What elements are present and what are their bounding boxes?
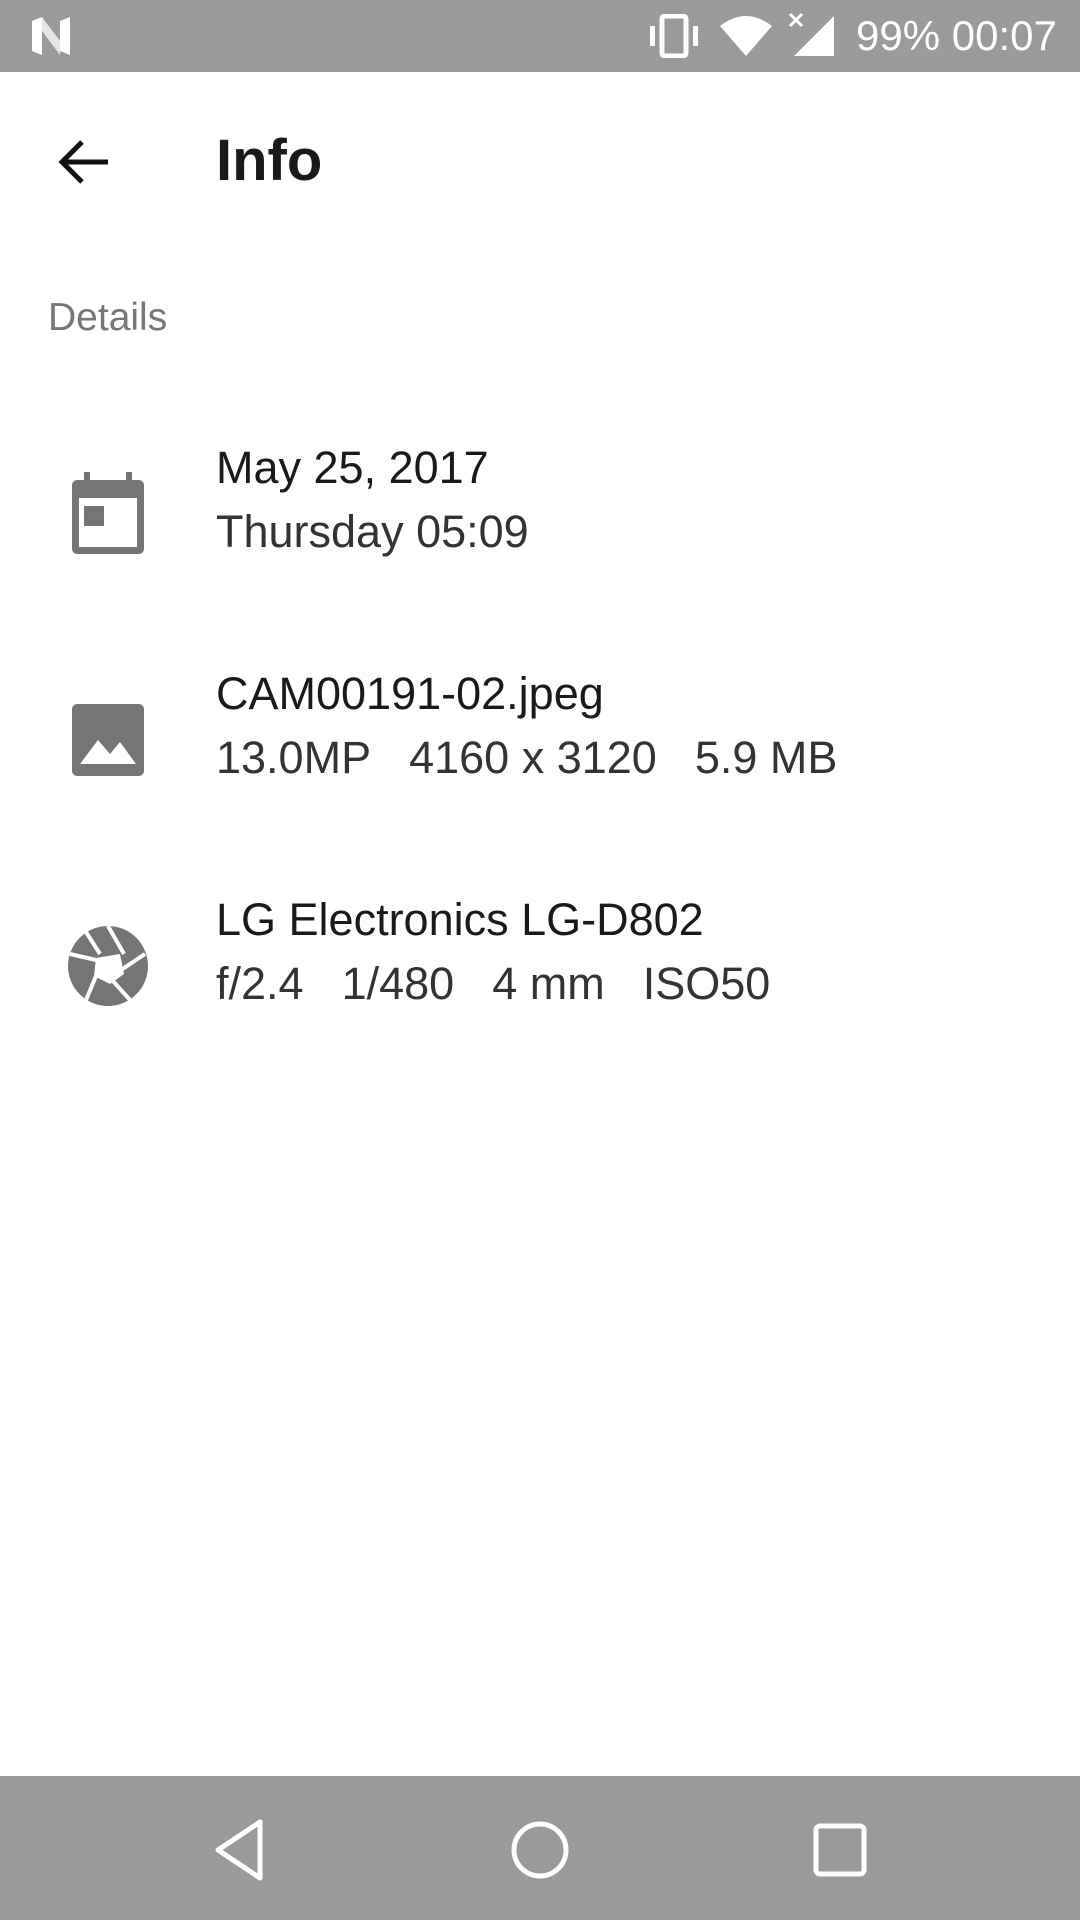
page-title: Info xyxy=(216,128,323,193)
detail-shutter: 1/480 xyxy=(341,958,455,1009)
detail-focal-length: 4 mm xyxy=(492,958,605,1009)
status-text: 99% 00:07 xyxy=(856,12,1057,60)
detail-file-size: 5.9 MB xyxy=(694,732,838,783)
detail-row-camera: LG Electronics LG-D802 f/2.4 1/480 4 mm ISO… xyxy=(0,890,1080,1040)
wifi-icon xyxy=(720,16,772,56)
detail-weekday-time: Thursday 05:09 xyxy=(216,506,529,557)
section-header: Details xyxy=(48,296,168,339)
detail-filename: CAM00191-02.jpeg xyxy=(216,668,604,719)
calendar-icon xyxy=(72,472,144,554)
detail-resolution: 4160 x 3120 xyxy=(409,732,657,783)
signal-icon xyxy=(788,12,834,56)
detail-row-date: May 25, 2017 Thursday 05:09 xyxy=(0,438,1080,588)
detail-iso: ISO50 xyxy=(642,958,771,1009)
nav-back-icon[interactable] xyxy=(204,1812,280,1888)
camera-iris-icon xyxy=(68,925,148,1006)
n-logo-icon xyxy=(32,17,70,55)
detail-megapixels: 13.0MP xyxy=(216,732,372,783)
detail-aperture: f/2.4 xyxy=(216,958,304,1009)
nav-home-icon[interactable] xyxy=(502,1812,578,1888)
navigation-bar xyxy=(0,1776,1080,1920)
detail-date-secondary: Thursday 05:09 xyxy=(216,502,529,562)
arrow-back-icon xyxy=(58,140,108,184)
nav-recents-icon[interactable] xyxy=(802,1812,878,1888)
status-bar: 99% 00:07 xyxy=(0,0,1080,72)
battery-percent: 99% xyxy=(856,12,941,59)
detail-date: May 25, 2017 xyxy=(216,442,489,493)
detail-row-file: CAM00191-02.jpeg 13.0MP 4160 x 3120 5.9 MB xyxy=(0,664,1080,814)
clock: 00:07 xyxy=(951,12,1057,59)
detail-camera-secondary: f/2.4 1/480 4 mm ISO50 xyxy=(216,954,770,1014)
vibrate-icon xyxy=(650,14,698,58)
back-button[interactable] xyxy=(44,122,124,202)
app-bar: Info xyxy=(0,72,1080,242)
image-icon xyxy=(72,704,144,776)
detail-file-secondary: 13.0MP 4160 x 3120 5.9 MB xyxy=(216,728,837,788)
detail-camera-model: LG Electronics LG-D802 xyxy=(216,894,704,945)
